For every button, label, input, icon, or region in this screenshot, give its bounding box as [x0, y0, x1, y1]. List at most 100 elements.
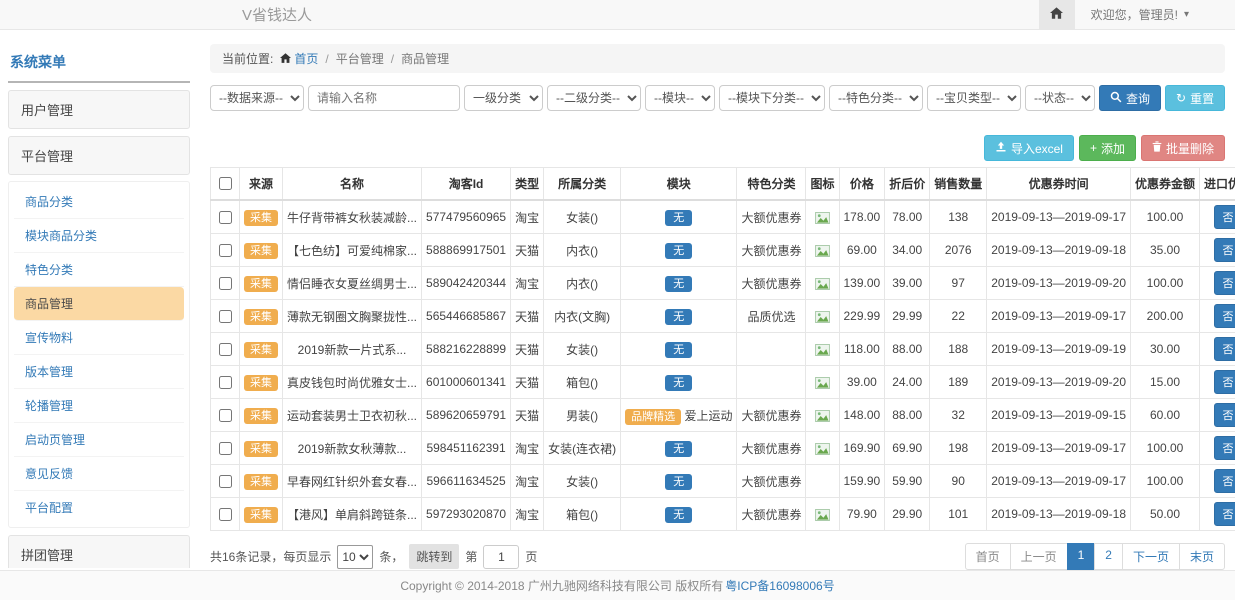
imported-toggle[interactable]: 否 [1214, 337, 1235, 361]
product-name: 早春网红针织外套女春... [283, 465, 422, 498]
sidebar-item-4[interactable]: 特色分类 [14, 253, 184, 287]
add-button[interactable]: + 添加 [1079, 135, 1136, 161]
row-checkbox[interactable] [219, 508, 232, 521]
pager-item[interactable]: 1 [1067, 543, 1096, 570]
taoke-id: 588216228899 [422, 333, 511, 366]
source-badge: 采集 [244, 309, 278, 325]
source-badge: 采集 [244, 375, 278, 391]
name-search-input[interactable] [308, 85, 460, 111]
filter-select[interactable]: --模块-- [645, 85, 715, 111]
coupon-amount: 100.00 [1131, 267, 1200, 300]
pager-item[interactable]: 上一页 [1010, 543, 1068, 570]
filter-select[interactable]: --特色分类-- [829, 85, 923, 111]
sidebar-menu: 用户管理平台管理商品分类模块商品分类特色分类商品管理宣传物料版本管理轮播管理启动… [8, 90, 190, 568]
sidebar-item-5[interactable]: 商品管理 [14, 287, 184, 321]
pager-item[interactable]: 首页 [965, 543, 1011, 570]
column-header: 来源 [240, 168, 283, 201]
breadcrumb-item: 平台管理 [336, 50, 384, 67]
sidebar-item-0[interactable]: 用户管理 [8, 90, 190, 129]
pager: 首页上一页12下一页末页 [965, 543, 1225, 570]
thumbnail-icon [815, 245, 830, 257]
sidebar-item-1[interactable]: 平台管理 [8, 136, 190, 175]
price: 169.90 [839, 432, 885, 465]
category: 女装() [544, 465, 621, 498]
user-menu[interactable]: 欢迎您，管理员! ▾ [1075, 6, 1235, 23]
category: 女装() [544, 333, 621, 366]
batch-delete-button[interactable]: 批量删除 [1141, 135, 1225, 161]
filter-select[interactable]: --数据来源-- [210, 85, 304, 111]
icp-link[interactable]: 粤ICP备16098006号 [725, 577, 834, 594]
price: 159.90 [839, 465, 885, 498]
row-checkbox[interactable] [219, 442, 232, 455]
module-cell: 无 [621, 432, 737, 465]
shop-type: 淘宝 [511, 267, 544, 300]
column-header: 类型 [511, 168, 544, 201]
sidebar-item-8[interactable]: 轮播管理 [14, 389, 184, 423]
row-checkbox[interactable] [219, 277, 232, 290]
imported-toggle[interactable]: 否 [1214, 502, 1235, 526]
table-row: 采集情侣睡衣女夏丝绸男士...589042420344淘宝内衣()无大额优惠券1… [211, 267, 1235, 300]
sidebar-item-6[interactable]: 宣传物料 [14, 321, 184, 355]
price: 39.00 [839, 366, 885, 399]
sidebar-item-11[interactable]: 平台配置 [14, 491, 184, 524]
import-excel-button[interactable]: 导入excel [984, 135, 1074, 161]
category: 女装(连衣裙) [544, 432, 621, 465]
page-jump-input[interactable] [483, 545, 519, 569]
imported-toggle[interactable]: 否 [1214, 304, 1235, 328]
action-bar: 导入excel + 添加 批量删除 [210, 135, 1225, 161]
row-checkbox[interactable] [219, 211, 232, 224]
breadcrumb-home-link[interactable]: 首页 [280, 50, 318, 67]
taoke-id: 588869917501 [422, 234, 511, 267]
sidebar-item-2[interactable]: 商品分类 [14, 185, 184, 219]
select-all-checkbox[interactable] [219, 177, 232, 190]
module-badge: 无 [665, 474, 692, 490]
row-checkbox[interactable] [219, 310, 232, 323]
breadcrumb: 当前位置: 首页 / 平台管理 / 商品管理 [210, 44, 1225, 73]
sales-count: 138 [930, 200, 987, 234]
imported-toggle[interactable]: 否 [1214, 469, 1235, 493]
filter-select[interactable]: --状态-- [1025, 85, 1095, 111]
discount-price: 34.00 [885, 234, 930, 267]
filter-select[interactable]: --宝贝类型-- [927, 85, 1021, 111]
jump-button[interactable]: 跳转到 [409, 544, 459, 569]
per-page-select[interactable]: 10 [337, 545, 373, 569]
search-button[interactable]: 查询 [1099, 85, 1161, 111]
filter-select[interactable]: --二级分类-- [547, 85, 641, 111]
row-checkbox[interactable] [219, 244, 232, 257]
filter-select[interactable]: 一级分类 [464, 85, 543, 111]
row-checkbox[interactable] [219, 409, 232, 422]
row-checkbox[interactable] [219, 343, 232, 356]
sidebar-submenu: 商品分类模块商品分类特色分类商品管理宣传物料版本管理轮播管理启动页管理意见反馈平… [8, 181, 190, 528]
module-cell: 无 [621, 333, 737, 366]
sidebar-item-9[interactable]: 启动页管理 [14, 423, 184, 457]
sidebar-item-12[interactable]: 拼团管理 [8, 535, 190, 568]
sales-count: 198 [930, 432, 987, 465]
coupon-time: 2019-09-13—2019-09-18 [987, 498, 1131, 531]
sidebar-item-7[interactable]: 版本管理 [14, 355, 184, 389]
table-body: 采集牛仔背带裤女秋装减龄...577479560965淘宝女装()无大额优惠券1… [211, 200, 1235, 531]
product-name: 真皮钱包时尚优雅女士... [283, 366, 422, 399]
sidebar-item-3[interactable]: 模块商品分类 [14, 219, 184, 253]
imported-toggle[interactable]: 否 [1214, 271, 1235, 295]
source-badge: 采集 [244, 243, 278, 259]
reset-button[interactable]: ↻ 重置 [1165, 85, 1225, 111]
pager-item[interactable]: 末页 [1179, 543, 1225, 570]
table-row: 采集运动套装男士卫衣初秋...589620659791天猫男装()品牌精选 爱上… [211, 399, 1235, 432]
table-row: 采集2019新款女秋薄款...598451162391淘宝女装(连衣裙)无大额优… [211, 432, 1235, 465]
imported-toggle[interactable]: 否 [1214, 370, 1235, 394]
imported-toggle[interactable]: 否 [1214, 238, 1235, 262]
pager-item[interactable]: 2 [1094, 543, 1123, 570]
pager-item[interactable]: 下一页 [1122, 543, 1180, 570]
price: 178.00 [839, 200, 885, 234]
imported-toggle[interactable]: 否 [1214, 403, 1235, 427]
filter-select[interactable]: --模块下分类-- [719, 85, 825, 111]
home-button[interactable] [1039, 0, 1075, 29]
pagination-bar: 共16条记录，每页显示 10 条， 跳转到 第 页 首页上一页12下一页末页 [210, 543, 1225, 570]
row-checkbox[interactable] [219, 475, 232, 488]
imported-toggle[interactable]: 否 [1214, 436, 1235, 460]
row-checkbox[interactable] [219, 376, 232, 389]
source-badge: 采集 [244, 507, 278, 523]
imported-toggle[interactable]: 否 [1214, 205, 1235, 229]
discount-price: 88.00 [885, 399, 930, 432]
sidebar-item-10[interactable]: 意见反馈 [14, 457, 184, 491]
